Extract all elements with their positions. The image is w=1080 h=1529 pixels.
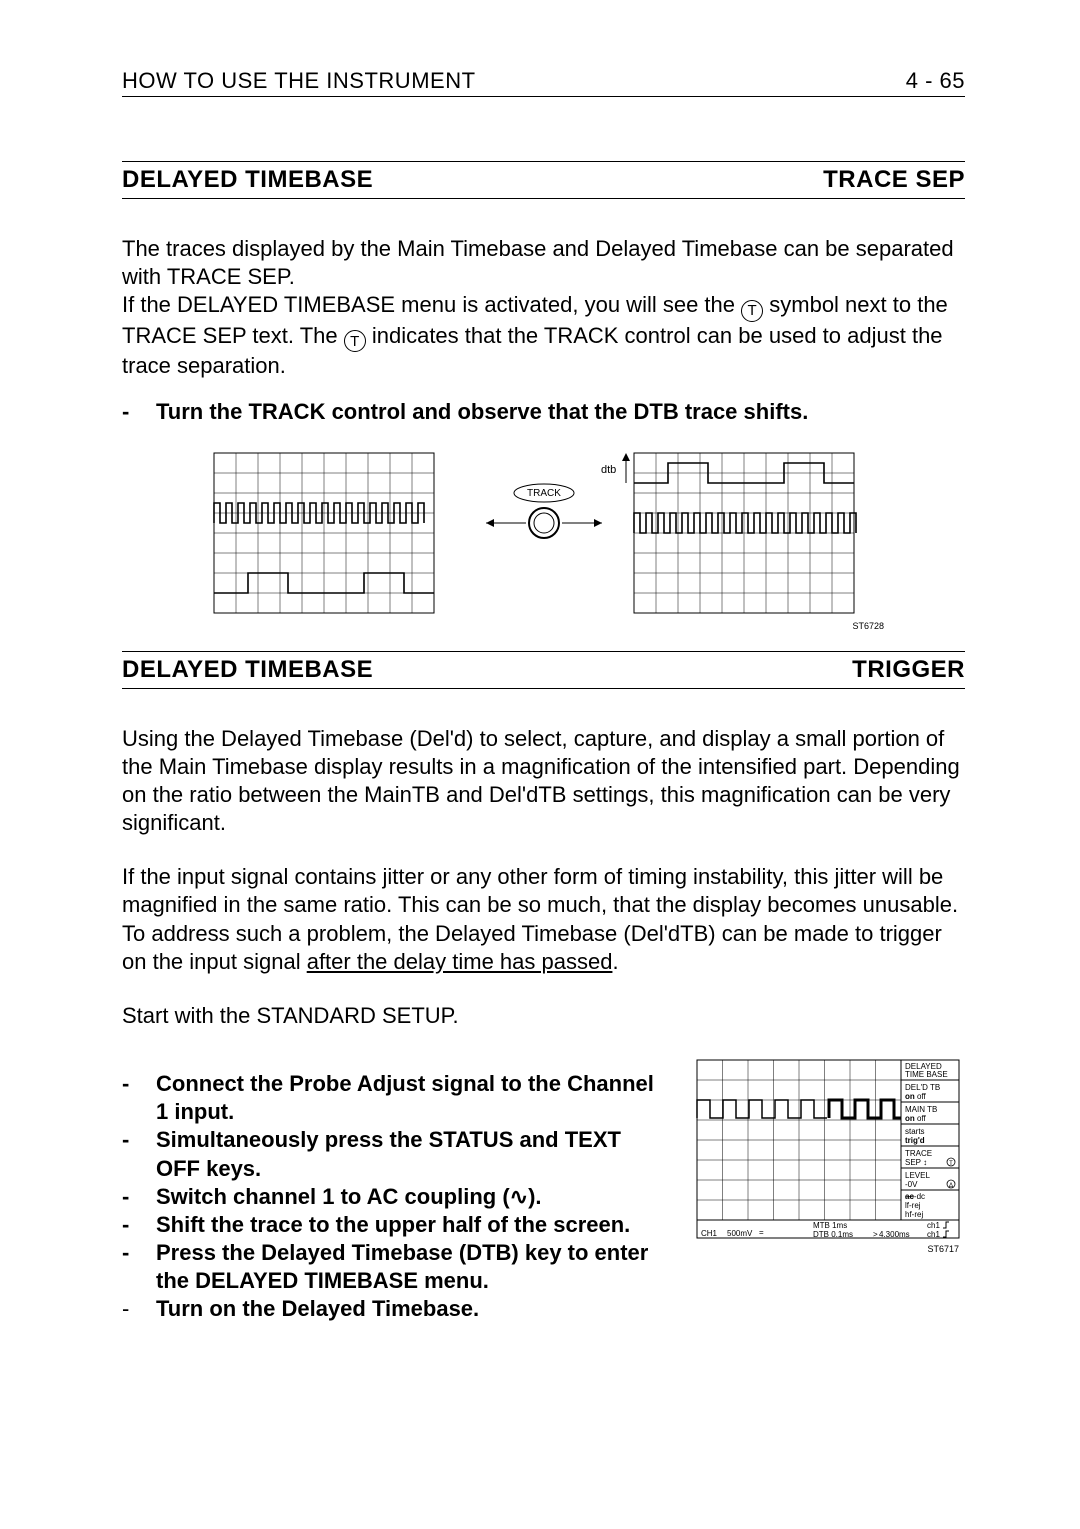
menu-item: lf-rej xyxy=(905,1201,921,1210)
instruction-text: Shift the trace to the upper half of the… xyxy=(156,1211,671,1239)
menu-item: on off xyxy=(905,1114,927,1123)
instruction-item: -Simultaneously press the STATUS and TEX… xyxy=(122,1126,671,1182)
status-text: DTB 0.1ms xyxy=(813,1230,853,1239)
figure-id: ST6717 xyxy=(927,1244,959,1254)
svg-text:=: = xyxy=(759,1228,764,1237)
section-title-right: TRACE SEP xyxy=(823,166,965,194)
figure-id: ST6728 xyxy=(852,621,884,631)
menu-item: SEP ↕ xyxy=(905,1158,927,1167)
figure-svg: dtb TRACK xyxy=(194,443,894,633)
instruction-text: Connect the Probe Adjust signal to the C… xyxy=(156,1070,671,1126)
body-text: The traces displayed by the Main Timebas… xyxy=(122,236,954,289)
status-text: ch1 xyxy=(927,1230,940,1239)
running-header: HOW TO USE THE INSTRUMENT 4 - 65 xyxy=(122,68,965,97)
t-symbol-icon: T xyxy=(344,330,366,352)
section2-paragraph-1: Using the Delayed Timebase (Del'd) to se… xyxy=(122,725,965,838)
dtb-label: dtb xyxy=(601,464,616,476)
status-text: ch1 xyxy=(927,1221,940,1230)
instruction-item: -Shift the trace to the upper half of th… xyxy=(122,1211,671,1239)
menu-item: starts xyxy=(905,1127,925,1136)
section1-paragraph: The traces displayed by the Main Timebas… xyxy=(122,235,965,380)
status-text: 4.300ms xyxy=(879,1230,910,1239)
section-title-left: DELAYED TIMEBASE xyxy=(122,166,373,194)
body-text: If the DELAYED TIMEBASE menu is activate… xyxy=(122,292,741,317)
menu-item: LEVEL xyxy=(905,1171,930,1180)
section2-paragraph-3: Start with the STANDARD SETUP. xyxy=(122,1002,965,1030)
section-header-trigger: DELAYED TIMEBASE TRIGGER xyxy=(122,651,965,689)
instruction-item: - Turn the TRACK control and observe tha… xyxy=(122,398,965,426)
svg-text:Δ: Δ xyxy=(949,1183,953,1189)
section-title-right: TRIGGER xyxy=(852,656,965,684)
dash-bullet: - xyxy=(122,398,156,426)
section2-paragraph-2: If the input signal contains jitter or a… xyxy=(122,863,965,976)
instruction-item: -Press the Delayed Timebase (DTB) key to… xyxy=(122,1239,671,1295)
svg-text:T: T xyxy=(949,1161,953,1167)
track-label: TRACK xyxy=(527,488,561,499)
instruction-text: Turn on the Delayed Timebase. xyxy=(156,1295,671,1323)
figure-track-knob: dtb TRACK xyxy=(122,443,965,633)
status-text: CH1 xyxy=(701,1229,718,1238)
status-text: MTB 1ms xyxy=(813,1221,847,1230)
menu-item: TRACE xyxy=(905,1149,932,1158)
header-right: 4 - 65 xyxy=(906,68,965,94)
instruction-item: -Connect the Probe Adjust signal to the … xyxy=(122,1070,671,1126)
instruction-text: Simultaneously press the STATUS and TEXT… xyxy=(156,1126,671,1182)
section-header-trace-sep: DELAYED TIMEBASE TRACE SEP xyxy=(122,161,965,199)
instruction-text: Turn the TRACK control and observe that … xyxy=(156,398,965,426)
instruction-item: -Turn on the Delayed Timebase. xyxy=(122,1295,671,1323)
status-text: 500mV xyxy=(727,1229,753,1238)
section-title-left: DELAYED TIMEBASE xyxy=(122,656,373,684)
menu-item: hf-rej xyxy=(905,1210,923,1219)
underlined-text: after the delay time has passed xyxy=(307,949,613,974)
menu-item: -0V xyxy=(905,1180,918,1189)
header-left: HOW TO USE THE INSTRUMENT xyxy=(122,68,476,94)
menu-item: DEL'D TB xyxy=(905,1083,940,1092)
body-text: . xyxy=(612,949,618,974)
menu-item: MAIN TB xyxy=(905,1105,937,1114)
t-symbol-icon: T xyxy=(741,300,763,322)
menu-title: TIME BASE xyxy=(905,1070,948,1079)
ac-symbol-icon: ∿ xyxy=(510,1184,528,1209)
menu-item: trig'd xyxy=(905,1136,925,1145)
instruction-text: Press the Delayed Timebase (DTB) key to … xyxy=(156,1239,671,1295)
menu-item: ac-dc xyxy=(905,1192,925,1201)
instruction-text: Switch channel 1 to AC coupling (∿). xyxy=(156,1183,671,1211)
instruction-item: -Switch channel 1 to AC coupling (∿). xyxy=(122,1183,671,1211)
svg-text:>: > xyxy=(873,1230,878,1239)
figure-scope-menu: DELAYED TIME BASE DEL'D TB on off MAIN T… xyxy=(695,1058,965,1258)
menu-item: on off xyxy=(905,1092,927,1101)
